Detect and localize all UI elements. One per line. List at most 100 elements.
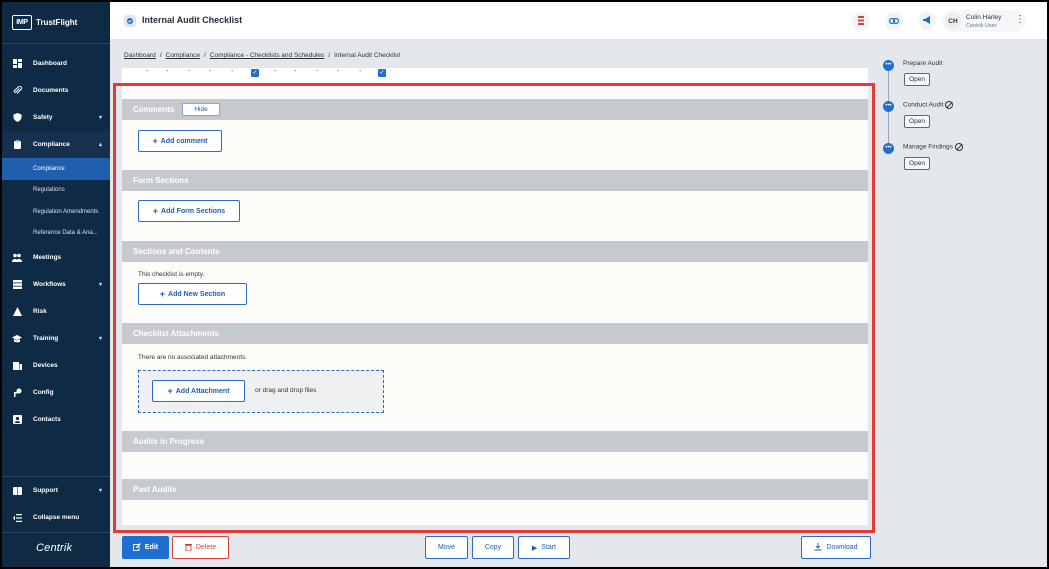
breadcrumb-current: Internal Audit Checklist — [334, 52, 401, 59]
breadcrumb-link[interactable]: Dashboard — [124, 52, 156, 59]
sidebar-item-safety[interactable]: Safety ▾ — [2, 104, 110, 131]
sections-contents-header: Sections and Contents — [122, 241, 868, 262]
hide-comments-button[interactable]: Hide — [182, 103, 220, 116]
checklist-icon — [124, 15, 136, 27]
dash-mark: - — [274, 68, 277, 75]
attachments-header: Checklist Attachments — [122, 323, 868, 344]
dash-mark: - — [209, 68, 212, 75]
sidebar-item-label: Meetings — [33, 254, 62, 261]
plus-icon: + — [152, 206, 159, 216]
divider — [2, 43, 110, 44]
sidebar-subitem-compliance[interactable]: Compliance — [2, 158, 110, 180]
sidebar-item-risk[interactable]: Risk — [2, 298, 110, 325]
edit-icon — [132, 542, 141, 553]
sidebar-item-label: Training — [33, 335, 59, 342]
more-vertical-icon[interactable]: ⋮ — [1015, 14, 1025, 25]
chevron-down-icon: ▾ — [98, 336, 102, 342]
empty-checklist-text: This checklist is empty. — [138, 271, 205, 278]
breadcrumb-separator: / — [328, 52, 331, 59]
breadcrumb-link[interactable]: Compliance — [166, 52, 200, 59]
announcements-button[interactable] — [918, 12, 936, 30]
paperclip-icon — [12, 86, 22, 96]
checkbox-checked[interactable]: ✓ — [251, 69, 259, 77]
add-new-section-button[interactable]: + Add New Section — [138, 283, 247, 305]
sidebar-item-label: Compliance — [33, 141, 70, 148]
plus-icon: + — [159, 289, 166, 299]
sidebar-item-label: Collapse menu — [33, 514, 80, 521]
step-label: Prepare Audit — [903, 60, 942, 67]
sidebar-subitem-regulation-amendments[interactable]: Regulation Amendments — [2, 201, 110, 223]
add-form-sections-button[interactable]: + Add Form Sections — [138, 200, 240, 222]
breadcrumb: Dashboard / Compliance / Compliance - Checkl… — [124, 52, 400, 59]
copy-button[interactable]: Copy — [472, 536, 514, 559]
button-label: Add New Section — [168, 290, 226, 298]
sidebar: IMP TrustFlight Dashboard Documents Safe… — [2, 2, 110, 567]
layers-icon — [12, 280, 22, 290]
button-label: Download — [826, 544, 858, 551]
sidebar-item-compliance[interactable]: Compliance ▴ — [2, 131, 110, 158]
sidebar-item-label: Contacts — [33, 416, 61, 423]
dash-mark: - — [146, 68, 149, 75]
contacts-icon — [12, 415, 22, 425]
conduct-audit-open-button[interactable]: Open — [904, 115, 930, 128]
section-title: Checklist Attachments — [133, 329, 219, 338]
key-icon — [12, 388, 22, 398]
manage-findings-open-button[interactable]: Open — [904, 157, 930, 170]
sidebar-nav: Dashboard Documents Safety ▾ Compliance — [2, 50, 110, 433]
checkbox-checked[interactable]: ✓ — [378, 69, 386, 77]
add-attachment-button[interactable]: + Add Attachment — [152, 380, 245, 402]
sidebar-item-documents[interactable]: Documents — [2, 77, 110, 104]
stacks-button[interactable] — [852, 12, 870, 30]
brand[interactable]: IMP TrustFlight — [12, 14, 77, 30]
link-button[interactable] — [885, 12, 903, 30]
sidebar-item-training[interactable]: Training ▾ — [2, 325, 110, 352]
sidebar-item-dashboard[interactable]: Dashboard — [2, 50, 110, 77]
no-attachments-text: There are no associated attachments. — [138, 354, 248, 361]
avatar: CH — [945, 13, 961, 29]
clipboard-icon — [12, 140, 22, 150]
sidebar-item-config[interactable]: Config — [2, 379, 110, 406]
sidebar-item-contacts[interactable]: Contacts — [2, 406, 110, 433]
book-icon — [12, 486, 22, 496]
sidebar-bottom: Support ▾ Collapse menu — [2, 477, 110, 531]
sidebar-item-support[interactable]: Support ▾ — [2, 477, 110, 504]
section-title: Form Sections — [133, 176, 189, 185]
trash-icon — [184, 543, 192, 553]
shield-icon — [12, 113, 22, 123]
people-icon — [12, 253, 22, 263]
download-icon — [814, 542, 822, 553]
start-button[interactable]: ▶ Start — [518, 536, 570, 559]
checklist-dash-row: - - - - - ✓ - - - - - ✓ — [122, 68, 868, 84]
breadcrumb-link[interactable]: Compliance - Checklists and Schedules — [210, 52, 325, 59]
move-button[interactable]: Move — [425, 536, 468, 559]
sidebar-subitem-regulations[interactable]: Regulations — [2, 180, 110, 202]
collapse-menu-button[interactable]: Collapse menu — [2, 504, 110, 531]
sidebar-subitem-reference-data[interactable]: Reference Data & Ana... — [2, 223, 110, 245]
user-menu[interactable]: CH Colin Harley Centrik User ⋮ — [942, 10, 1026, 32]
sidebar-item-label: Devices — [33, 362, 58, 369]
top-header: Internal Audit Checklist CH Colin Harley… — [110, 2, 1047, 40]
edit-button[interactable]: Edit — [122, 536, 169, 559]
main-panel: - - - - - ✓ - - - - - ✓ Comments Hide + A… — [122, 68, 868, 525]
prepare-audit-open-button[interactable]: Open — [904, 73, 930, 86]
app-window: IMP TrustFlight Dashboard Documents Safe… — [2, 2, 1047, 567]
centrik-logo: Centrik — [36, 542, 73, 554]
form-sections-header: Form Sections — [122, 170, 868, 191]
play-icon: ▶ — [531, 544, 538, 552]
button-label: Edit — [144, 544, 159, 551]
add-comment-button[interactable]: + Add comment — [138, 130, 222, 152]
download-button[interactable]: Download — [801, 536, 871, 559]
attachment-dropzone[interactable]: + Add Attachment or drag and drop files — [138, 370, 384, 413]
delete-button[interactable]: Delete — [172, 536, 229, 559]
sidebar-item-meetings[interactable]: Meetings — [2, 244, 110, 271]
step-name: Prepare Audit — [903, 60, 943, 67]
button-label: Start — [541, 544, 557, 551]
button-label: Add comment — [160, 137, 208, 145]
device-icon — [12, 361, 22, 371]
drag-drop-text: or drag and drop files — [255, 387, 317, 394]
sidebar-item-label: Risk — [33, 308, 47, 315]
section-title: Past Audits — [133, 485, 177, 494]
sidebar-item-devices[interactable]: Devices — [2, 352, 110, 379]
warning-icon — [12, 307, 22, 317]
sidebar-item-workflows[interactable]: Workflows ▾ — [2, 271, 110, 298]
